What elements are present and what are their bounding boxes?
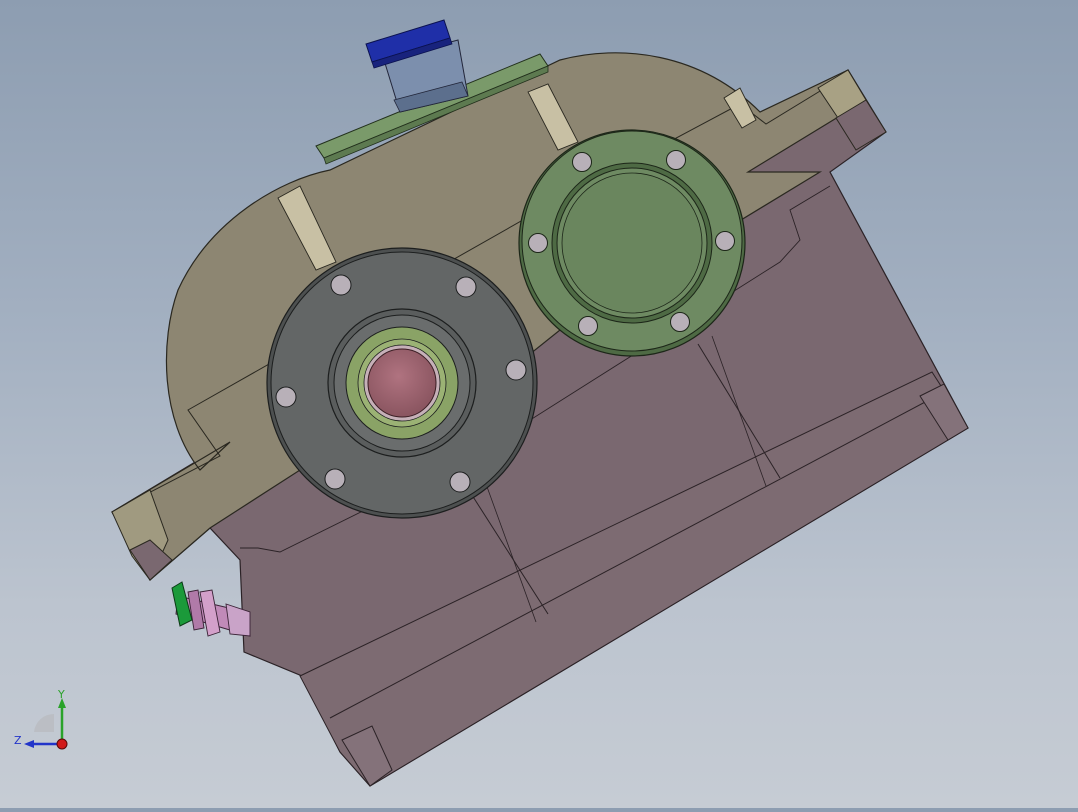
oil-drain-plug[interactable] (171, 581, 251, 637)
coordinate-triad: Y Z (10, 686, 74, 752)
input-bearing-cover[interactable] (266, 247, 538, 519)
vent-motor[interactable] (365, 19, 469, 113)
triad-arc-icon (34, 713, 54, 732)
output-bearing-cover[interactable] (518, 129, 746, 357)
input-shaft-end (367, 348, 437, 418)
gearbox-model[interactable] (0, 0, 1078, 808)
z-axis-label: Z (14, 734, 22, 747)
x-axis-dot (56, 738, 68, 750)
graphics-viewport[interactable] (0, 0, 1078, 808)
y-axis-label: Y (57, 688, 65, 701)
